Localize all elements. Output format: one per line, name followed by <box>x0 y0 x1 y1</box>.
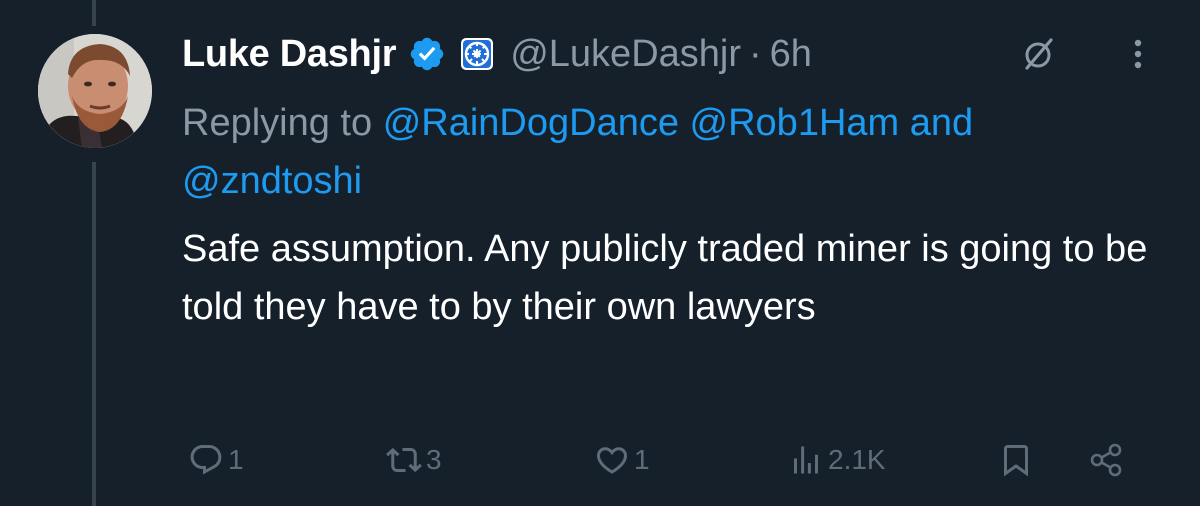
mention-link[interactable]: @RainDogDance <box>383 102 679 144</box>
thread-connector-bottom <box>92 162 96 506</box>
reply-icon <box>190 445 222 475</box>
reply-button[interactable]: 1 <box>188 432 244 488</box>
views-count: 2.1K <box>828 444 886 475</box>
share-icon <box>1090 443 1122 477</box>
profile-photo <box>38 34 152 148</box>
thread-connector-top <box>92 0 96 26</box>
action-bar: 1 3 1 2.1K <box>182 432 1172 488</box>
views-button[interactable]: 2.1K <box>788 432 886 488</box>
mention-link[interactable]: @zndtoshi <box>182 160 362 202</box>
author-handle[interactable]: @LukeDashjr <box>510 33 741 76</box>
heart-icon <box>596 447 628 474</box>
bookmark-button[interactable] <box>998 432 1034 488</box>
timestamp[interactable]: 6h <box>770 33 812 76</box>
more-options-icon[interactable] <box>1128 34 1148 74</box>
replying-to-label: Replying to <box>182 102 373 144</box>
tweet-text: Safe assumption. Any publicly traded min… <box>182 228 1148 328</box>
views-icon <box>794 446 818 474</box>
share-button[interactable] <box>1088 432 1124 488</box>
bookmark-icon <box>1004 445 1028 477</box>
mention-link[interactable]: @Rob1Ham <box>690 102 900 144</box>
affiliate-badge-icon[interactable] <box>460 37 494 71</box>
grok-icon[interactable] <box>1018 34 1058 74</box>
repost-icon <box>386 447 422 473</box>
reply-count: 1 <box>228 444 244 475</box>
verified-badge-icon[interactable] <box>408 35 446 73</box>
tweet[interactable]: Luke Dashjr @LukeDashjr · 6h Replying to… <box>182 0 1172 506</box>
separator-dot: · <box>749 32 762 75</box>
repost-button[interactable]: 3 <box>386 432 442 488</box>
avatar[interactable] <box>38 34 152 148</box>
tweet-header: Luke Dashjr @LukeDashjr · 6h <box>182 28 1172 80</box>
like-count: 1 <box>634 444 650 475</box>
mention-conjunction[interactable]: and <box>910 102 973 144</box>
repost-count: 3 <box>426 444 442 475</box>
like-button[interactable]: 1 <box>594 432 650 488</box>
replying-to: Replying to @RainDogDance @Rob1Ham and @… <box>182 94 1172 210</box>
author-name[interactable]: Luke Dashjr <box>182 33 397 76</box>
